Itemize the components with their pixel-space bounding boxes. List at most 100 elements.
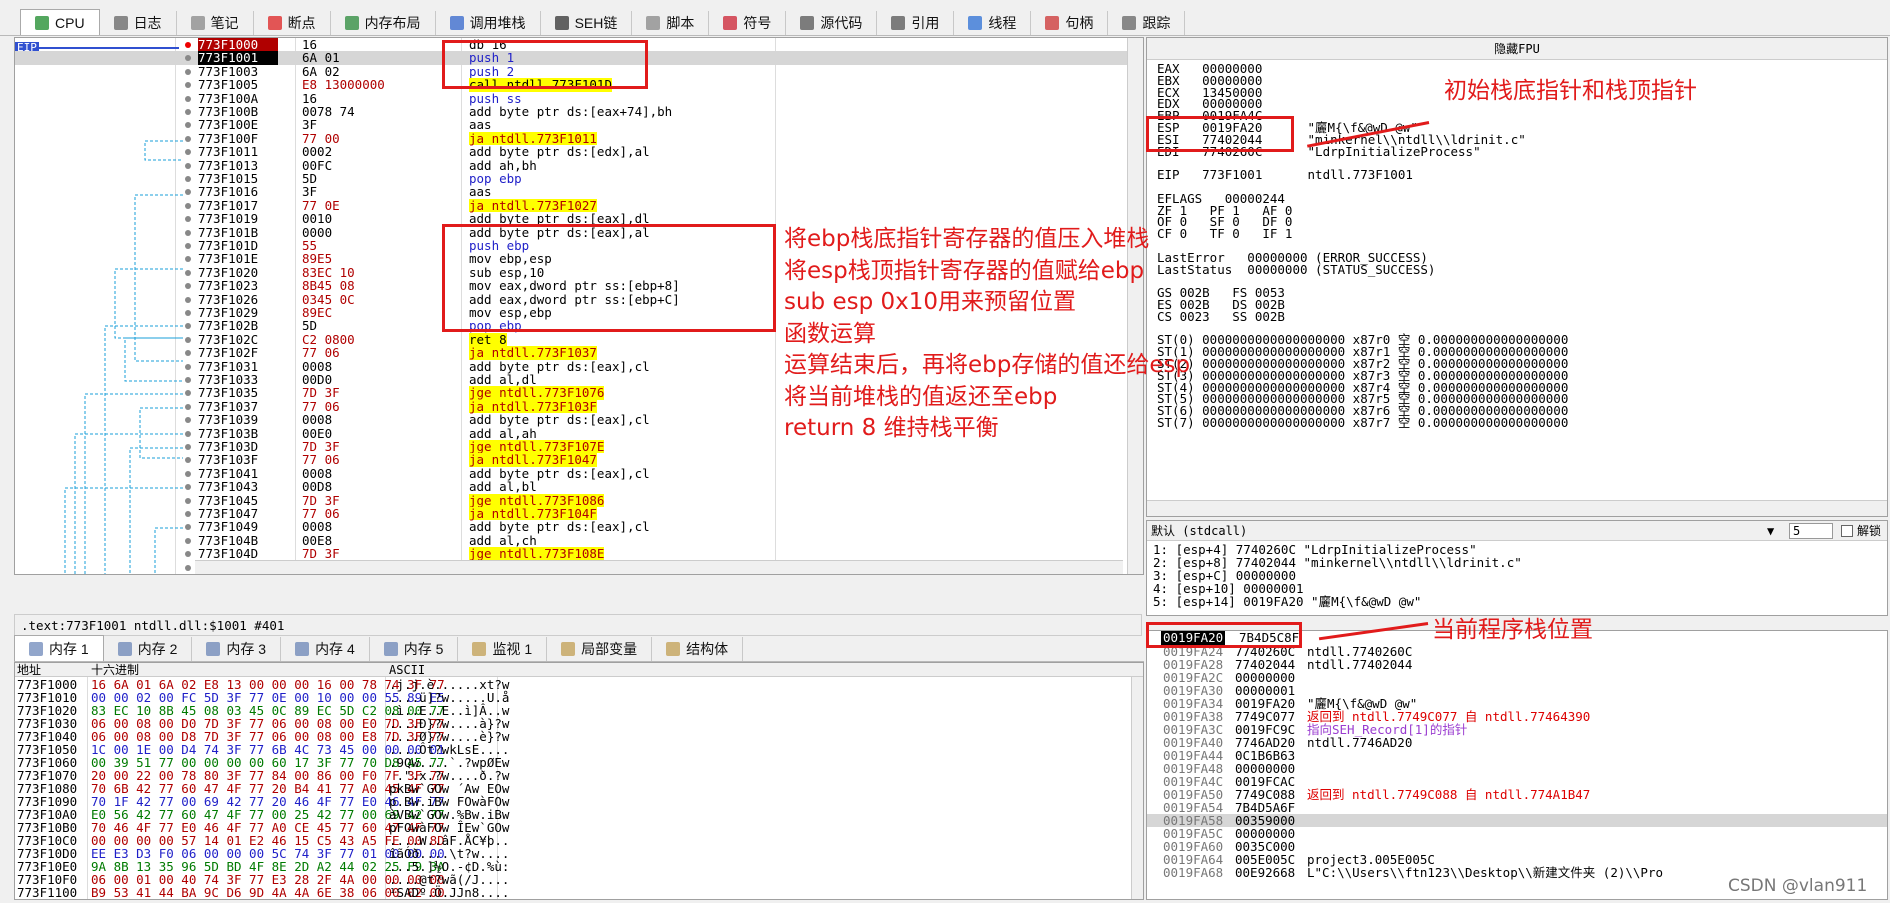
breakpoint-dot[interactable] xyxy=(185,55,191,62)
breakpoint-dot[interactable] xyxy=(185,444,191,450)
register-row[interactable]: LastStatus 00000000 (STATUS_SUCCESS) xyxy=(1157,262,1435,277)
breakpoint-dot[interactable] xyxy=(185,497,191,504)
disasm-hscrollbar[interactable] xyxy=(195,560,1123,574)
disasm-row[interactable]: 773F100B 0078 74 add byte ptr ds:[eax+74],… xyxy=(15,105,1143,118)
dump-tab-5[interactable]: 监视 1 xyxy=(458,637,548,661)
breakpoint-dot[interactable] xyxy=(185,377,191,383)
dump-tab-7[interactable]: 结构体 xyxy=(652,637,744,661)
disasm-row[interactable]: 773F104B 00E8 add al,ch xyxy=(15,533,1143,547)
disasm-vscrollbar[interactable] xyxy=(1127,38,1143,574)
tab-8[interactable]: 符号 xyxy=(709,11,787,35)
dump-tab-1[interactable]: 内存 2 xyxy=(104,637,193,661)
disasm-row[interactable]: 773F1043 00D8 add al,bl xyxy=(15,480,1143,494)
tab-7[interactable]: 脚本 xyxy=(632,11,710,35)
regs-hscrollbar[interactable] xyxy=(1147,500,1887,516)
registers-title[interactable]: 隐藏FPU xyxy=(1147,38,1887,60)
dump-tab-6[interactable]: 局部变量 xyxy=(547,637,653,661)
register-row[interactable]: CS 0023 SS 002B xyxy=(1157,309,1285,324)
breakpoint-dot[interactable] xyxy=(185,484,191,491)
breakpoint-dot[interactable] xyxy=(185,310,191,316)
tab-3[interactable]: 断点 xyxy=(254,11,331,35)
tab-4[interactable]: 内存布局 xyxy=(331,11,436,35)
breakpoint-dot[interactable] xyxy=(185,176,191,182)
breakpoint-dot[interactable] xyxy=(185,122,191,129)
breakpoint-dot[interactable] xyxy=(185,457,191,464)
callconv-dropdown-icon[interactable]: ▼ xyxy=(1767,521,1774,541)
stack-panel[interactable]: 0019FA20 7B4D5C8F 0019FA24 7740260C ntdll.77… xyxy=(1146,630,1888,900)
breakpoint-dot[interactable] xyxy=(185,511,191,517)
tab-12[interactable]: 句柄 xyxy=(1031,11,1109,35)
breakpoint-dot[interactable] xyxy=(185,269,191,276)
breakpoint-dot[interactable] xyxy=(185,417,191,424)
hex-dump-panel[interactable]: 地址 十六进制 ASCII 773F1000 16 6A 01 6A 02 E8 … xyxy=(14,662,1144,900)
dump-tab-0[interactable]: 内存 1 xyxy=(14,635,104,661)
dump-addr-header[interactable]: 地址 xyxy=(17,663,41,677)
disasm-row[interactable]: 773F100F 77 00 ja ntdll.773F1011 xyxy=(15,131,1143,145)
disasm-row[interactable]: 773F1017 77 0E ja ntdll.773F1027 xyxy=(15,198,1143,212)
breakpoint-dot[interactable] xyxy=(185,202,191,209)
breakpoint-dot[interactable] xyxy=(185,350,191,357)
registers-panel[interactable]: 隐藏FPU EAX 00000000 EBX 00000000 ECX 134500… xyxy=(1146,37,1888,517)
disasm-row[interactable]: 773F100E 3F aas xyxy=(15,118,1143,132)
breakpoint-dot[interactable] xyxy=(185,82,191,89)
tab-1[interactable]: 日志 xyxy=(100,11,177,35)
tab-2[interactable]: 笔记 xyxy=(177,11,254,35)
tab-13[interactable]: 跟踪 xyxy=(1108,11,1186,35)
breakpoint-dot[interactable] xyxy=(185,470,191,477)
breakpoint-dot[interactable] xyxy=(185,256,191,263)
breakpoint-dot[interactable] xyxy=(185,336,191,343)
dump-tab-2[interactable]: 内存 3 xyxy=(192,637,282,661)
dump-vscrollbar[interactable] xyxy=(1131,677,1143,899)
call-arg-row[interactable]: 5: [esp+14] 0019FA20 "廲M{\f&@wD @w" xyxy=(1153,595,1421,608)
disasm-row[interactable]: 773F1015 5D pop ebp xyxy=(15,172,1143,185)
call-args-panel[interactable]: 默认 (stdcall) ▼ 5 解锁 1: [esp+4] 7740260C … xyxy=(1146,520,1888,616)
breakpoint-dot[interactable] xyxy=(185,524,191,531)
breakpoint-dot[interactable] xyxy=(185,135,191,142)
breakpoint-dot[interactable] xyxy=(185,229,191,236)
disasm-row[interactable]: 773F1047 77 06 ja ntdll.773F104F xyxy=(15,507,1143,520)
breakpoint-dot[interactable] xyxy=(185,149,191,156)
tab-9[interactable]: 源代码 xyxy=(786,11,878,35)
disasm-row[interactable]: 773F1011 0002 add byte ptr ds:[edx],al xyxy=(15,145,1143,159)
tab-0[interactable]: CPU xyxy=(20,9,100,35)
disasm-row[interactable]: 773F1013 00FC add ah,bh xyxy=(15,158,1143,172)
disasm-row[interactable]: 773F102C C2 0800 ret 8 xyxy=(15,332,1143,346)
disasm-row[interactable]: 773F100A 16 push ss xyxy=(15,91,1143,105)
breakpoint-dot[interactable] xyxy=(185,189,191,196)
register-row[interactable]: CF 0 TF 0 IF 1 xyxy=(1157,227,1292,241)
tab-11[interactable]: 线程 xyxy=(954,11,1032,35)
dump-hex-header[interactable]: 十六进制 xyxy=(91,663,139,677)
breakpoint-dot[interactable] xyxy=(185,363,191,370)
disasm-row[interactable]: 773F104D 7D 3F jge ntdll.773F108E xyxy=(15,547,1143,561)
register-row[interactable]: EIP 773F1001 ntdll.773F1001 xyxy=(1157,168,1413,182)
breakpoint-dot[interactable] xyxy=(185,430,191,437)
unlock-checkbox[interactable] xyxy=(1841,525,1853,537)
disasm-row[interactable]: 773F1051 001E add byte ptr ds:[esi],bl esi:… xyxy=(198,574,1031,575)
breakpoint-dot[interactable] xyxy=(185,243,191,249)
disasm-row[interactable]: 773F1045 7D 3F jge ntdll.773F1086 xyxy=(15,493,1143,507)
arg-count-spinner[interactable]: 5 xyxy=(1789,523,1833,539)
dump-tab-4[interactable]: 内存 5 xyxy=(370,637,459,661)
tab-6[interactable]: SEH链 xyxy=(541,11,633,35)
tab-5[interactable]: 调用堆栈 xyxy=(436,11,541,35)
breakpoint-dot[interactable] xyxy=(185,551,191,558)
breakpoint-dot[interactable] xyxy=(185,296,191,303)
breakpoint-dot[interactable] xyxy=(185,42,191,48)
breakpoint-dot[interactable] xyxy=(185,537,191,544)
tab-10[interactable]: 引用 xyxy=(877,11,955,35)
breakpoint-dot[interactable] xyxy=(185,283,191,290)
breakpoint-dot[interactable] xyxy=(185,564,191,571)
dump-tab-3[interactable]: 内存 4 xyxy=(281,637,370,661)
breakpoint-dot[interactable] xyxy=(185,109,191,115)
disasm-row[interactable]: 773F103F 77 06 ja ntdll.773F1047 xyxy=(15,453,1143,467)
breakpoint-dot[interactable] xyxy=(185,323,191,330)
register-row[interactable]: ST(7) 0000000000000000000 x87r7 空 0.0000… xyxy=(1157,416,1568,430)
callconv-select[interactable]: 默认 (stdcall) xyxy=(1151,524,1247,538)
breakpoint-dot[interactable] xyxy=(185,95,191,102)
breakpoint-dot[interactable] xyxy=(185,390,191,397)
disasm-row[interactable]: 773F1041 0008 add byte ptr ds:[eax],cl xyxy=(15,466,1143,480)
breakpoint-dot[interactable] xyxy=(185,216,191,223)
breakpoint-dot[interactable] xyxy=(185,403,191,410)
breakpoint-dot[interactable] xyxy=(185,68,191,75)
dump-ascii-header[interactable]: ASCII xyxy=(389,663,425,677)
